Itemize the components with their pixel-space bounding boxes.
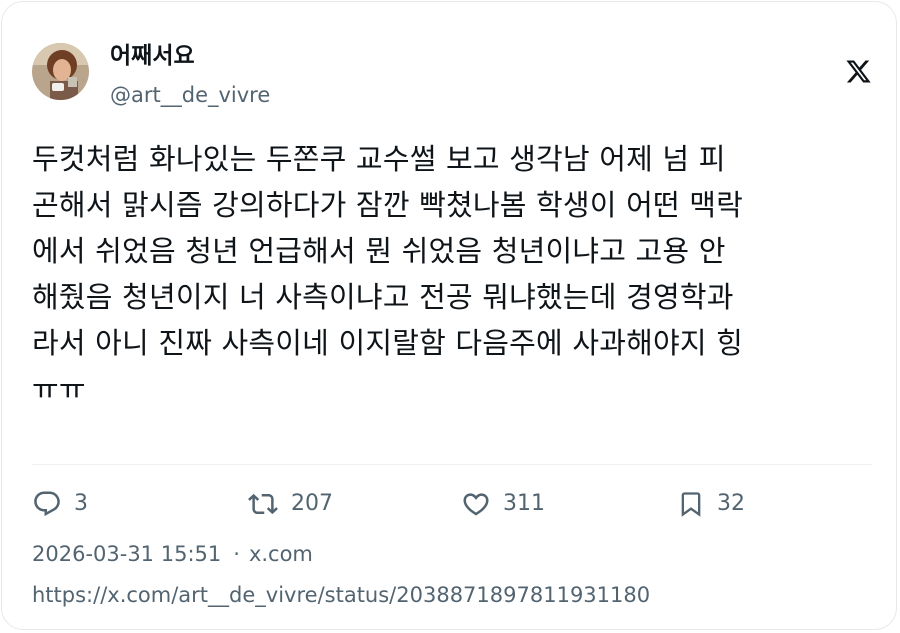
retweet-button[interactable]: 207 — [247, 486, 333, 522]
bookmark-button[interactable]: 32 — [677, 486, 745, 522]
tweet-text-line: 라서 아니 진짜 사측이네 이지랄함 다음주에 사과해야지 힝 — [32, 326, 744, 360]
tweet-text-line: 에서 쉬었음 청년 언급해서 뭔 쉬었음 청년이냐고 고용 안 — [32, 234, 726, 268]
avatar[interactable] — [32, 43, 89, 100]
tweet-meta: 2026-03-31 15:51 · x.com — [32, 539, 313, 569]
divider — [32, 464, 872, 465]
status-url[interactable]: https://x.com/art__de_vivre/status/20388… — [32, 580, 650, 610]
reply-count: 3 — [74, 491, 88, 516]
retweet-icon — [247, 489, 279, 519]
reply-button[interactable]: 3 — [32, 486, 88, 522]
like-button[interactable]: 311 — [461, 486, 545, 522]
bookmark-count: 32 — [717, 491, 745, 516]
meta-separator: · — [233, 542, 240, 566]
user-handle[interactable]: @art__de_vivre — [110, 82, 270, 108]
reply-icon — [32, 489, 62, 519]
tweet-text-line: 해줬음 청년이지 너 사측이냐고 전공 뭐냐했는데 경영학과 — [32, 280, 734, 314]
tweet-text: 두컷처럼 화나있는 두쫀쿠 교수썰 보고 생각남 어제 넘 피 곤해서 맑시즘 … — [32, 136, 877, 412]
retweet-count: 207 — [291, 491, 333, 516]
bookmark-icon — [677, 489, 705, 519]
display-name[interactable]: 어째서요 — [110, 42, 195, 70]
like-count: 311 — [503, 491, 545, 516]
x-logo-icon[interactable] — [845, 58, 872, 85]
source-link[interactable]: x.com — [249, 542, 313, 566]
avatar-image — [32, 43, 89, 100]
tweet-text-line: ㅠㅠ — [32, 372, 86, 406]
tweet-text-line: 두컷처럼 화나있는 두쫀쿠 교수썰 보고 생각남 어제 넘 피 — [32, 142, 726, 176]
heart-icon — [461, 489, 491, 519]
tweet-card: 어째서요 @art__de_vivre 두컷처럼 화나있는 두쫀쿠 교수썰 보고… — [1, 1, 897, 630]
timestamp[interactable]: 2026-03-31 15:51 — [32, 542, 221, 566]
tweet-text-line: 곤해서 맑시즘 강의하다가 잠깐 빡쳤나봄 학생이 어떤 맥락 — [32, 188, 744, 222]
